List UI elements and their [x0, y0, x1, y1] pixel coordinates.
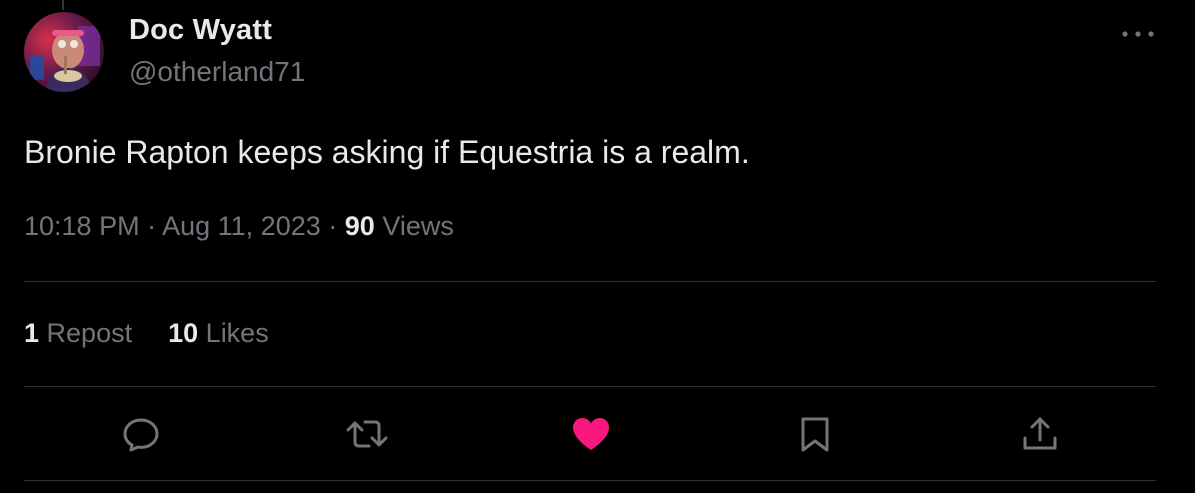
upload-share-icon: [1023, 417, 1057, 450]
tweet-date[interactable]: Aug 11, 2023: [162, 211, 321, 241]
more-options-icon[interactable]: [1118, 24, 1158, 44]
like-button[interactable]: [570, 414, 610, 454]
divider: [24, 480, 1156, 481]
thread-connector-line: [62, 0, 64, 10]
likes-count: 10: [168, 318, 199, 348]
views-label: Views: [382, 211, 454, 241]
repost-button[interactable]: [345, 414, 388, 454]
likes-label: Likes: [205, 318, 269, 348]
tweet-time[interactable]: 10:18 PM: [24, 211, 140, 241]
views-count: 90: [344, 211, 375, 241]
user-avatar-photo-icon: [24, 12, 104, 92]
tweet-text: Bronie Rapton keeps asking if Equestria …: [24, 134, 750, 170]
divider: [24, 386, 1156, 387]
author-display-name[interactable]: Doc Wyatt: [129, 14, 272, 47]
repost-arrows-icon: [346, 420, 388, 448]
reply-button[interactable]: [121, 414, 161, 454]
reposts-label: Repost: [46, 318, 133, 348]
meta-separator: ·: [147, 211, 157, 241]
speech-bubble-icon: [123, 418, 159, 452]
meta-separator: ·: [328, 211, 338, 241]
tweet-meta: 10:18 PM · Aug 11, 2023 · 90 Views: [24, 211, 454, 242]
reposts-stat[interactable]: 1 Repost: [24, 318, 132, 349]
heart-icon: [573, 418, 609, 450]
share-button[interactable]: [1020, 414, 1060, 454]
engagement-stats: 1 Repost 10 Likes: [24, 318, 269, 349]
bookmark-button[interactable]: [797, 414, 837, 454]
divider: [24, 281, 1156, 282]
bookmark-icon: [801, 417, 829, 452]
likes-stat[interactable]: 10 Likes: [168, 318, 269, 349]
author-handle[interactable]: @otherland71: [129, 56, 305, 88]
reposts-count: 1: [24, 318, 40, 348]
avatar[interactable]: [24, 12, 104, 92]
